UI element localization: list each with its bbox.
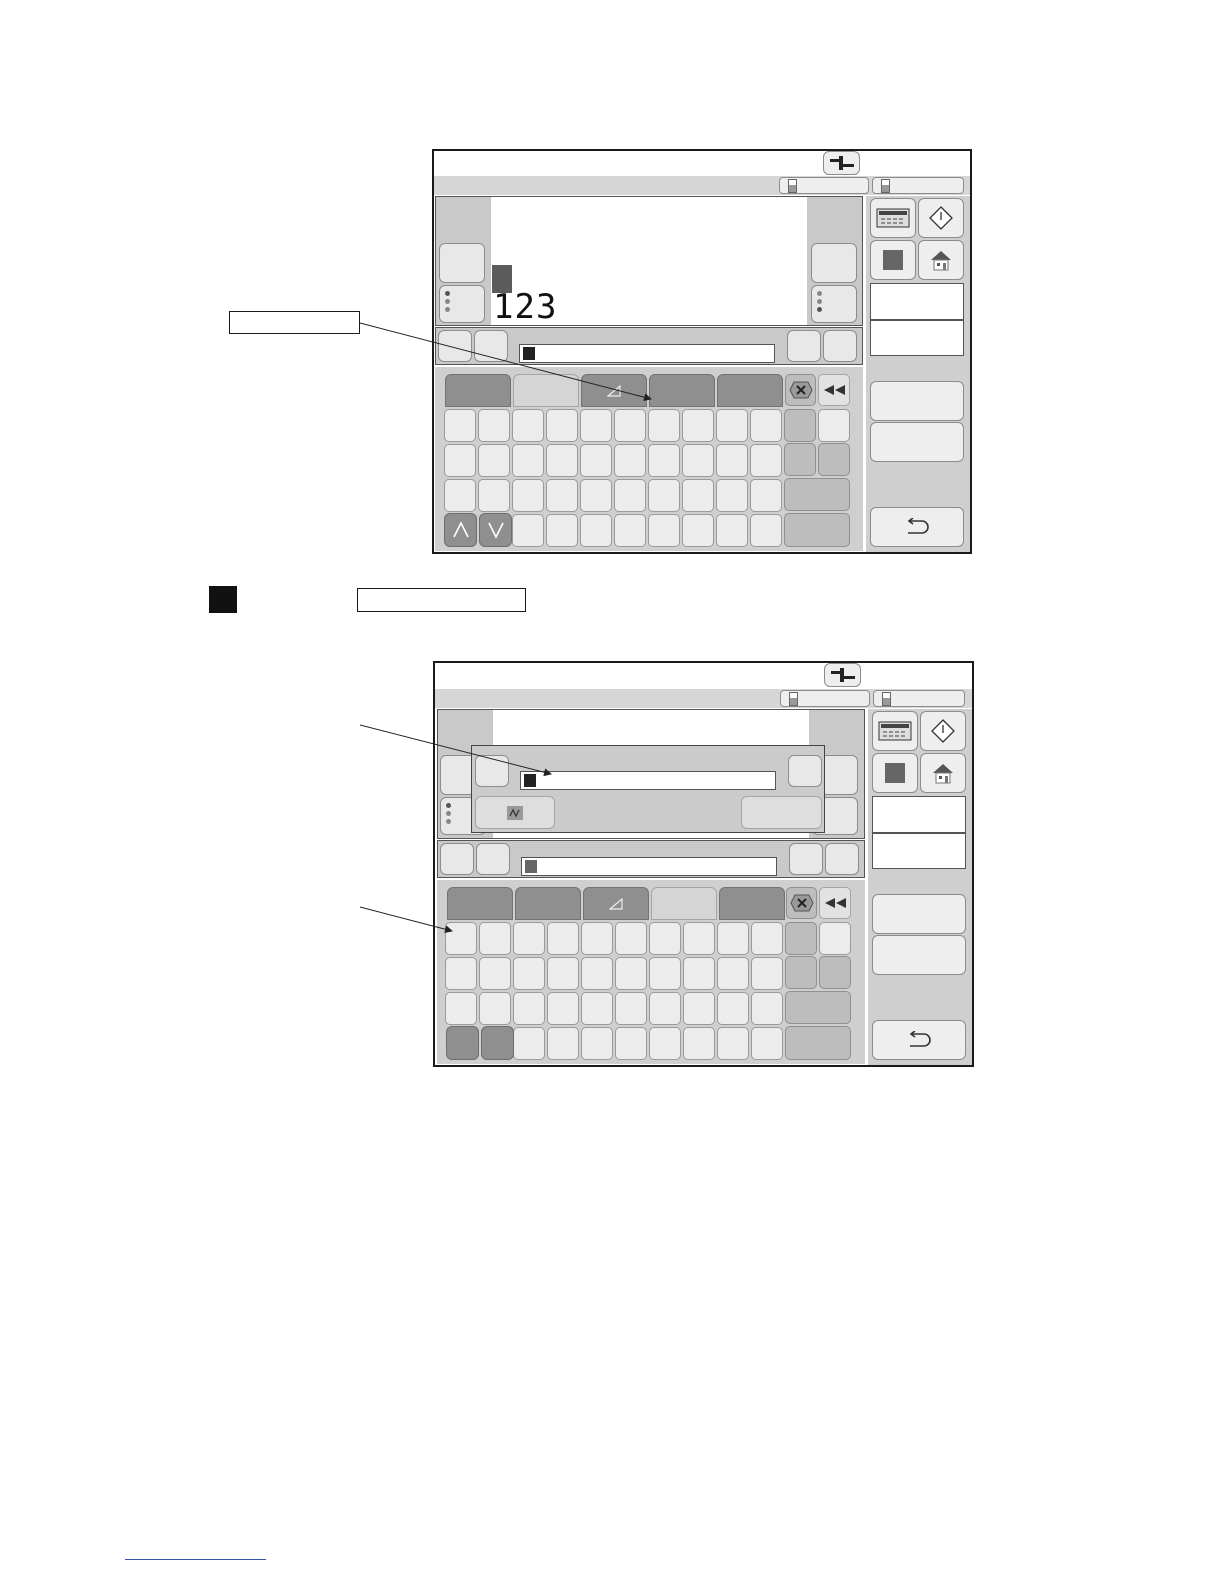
annotation-arrows [359,322,652,934]
